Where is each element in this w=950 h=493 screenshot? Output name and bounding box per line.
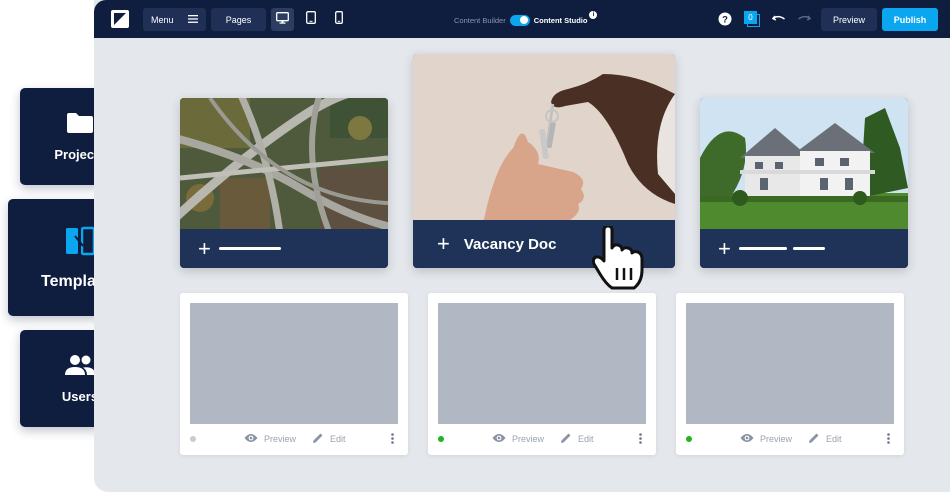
preview-link-label: Preview: [760, 434, 793, 444]
hand-pointer-icon: [590, 224, 650, 290]
tablet-icon: [305, 10, 316, 29]
pages-button[interactable]: Pages: [211, 8, 266, 31]
plus-icon[interactable]: +: [437, 233, 450, 255]
desktop-view-button[interactable]: [271, 8, 294, 31]
eye-icon: [244, 433, 258, 445]
desktop-icon: [276, 11, 289, 29]
templates-icon: [64, 224, 96, 263]
more-options-icon[interactable]: [887, 432, 890, 446]
undo-icon[interactable]: [771, 11, 786, 25]
edit-link[interactable]: Edit: [312, 432, 346, 446]
page-card-footer: Preview Edit: [180, 423, 408, 455]
key-handover-image: [413, 54, 675, 224]
menu-label: Menu: [151, 14, 174, 25]
page-card[interactable]: Preview Edit: [428, 293, 656, 455]
house-card-footer: +: [700, 229, 908, 268]
city-highway-image: [180, 98, 388, 236]
preview-label: Preview: [832, 14, 865, 25]
info-icon[interactable]: i: [589, 11, 598, 19]
page-thumbnail[interactable]: [438, 303, 646, 424]
eye-icon: [740, 433, 754, 445]
template-card-city[interactable]: +: [180, 98, 388, 268]
mobile-view-button[interactable]: [327, 8, 350, 31]
edit-link[interactable]: Edit: [560, 432, 594, 446]
preview-link[interactable]: Preview: [740, 433, 792, 445]
title-placeholder-line: [738, 247, 787, 250]
preview-link[interactable]: Preview: [492, 433, 544, 445]
status-dot: [190, 436, 196, 442]
publish-button[interactable]: Publish: [882, 8, 938, 31]
help-icon[interactable]: ?: [718, 12, 732, 26]
house-image: [700, 98, 908, 229]
page-card[interactable]: Preview Edit: [676, 293, 904, 455]
template-card-house[interactable]: +: [700, 98, 908, 268]
status-dot: [686, 436, 692, 442]
users-icon: [64, 354, 96, 379]
menu-button[interactable]: Menu: [143, 8, 206, 31]
notification-count: 0: [744, 11, 757, 24]
city-card-footer: +: [180, 229, 388, 268]
content-studio-label: Content Studio: [533, 15, 588, 25]
plus-icon[interactable]: +: [198, 237, 211, 260]
mode-toggle[interactable]: [509, 14, 530, 26]
mobile-icon: [334, 10, 343, 29]
svg-text:?: ?: [722, 15, 728, 26]
pages-label: Pages: [225, 14, 252, 25]
more-options-icon[interactable]: [639, 432, 642, 446]
page-thumbnail[interactable]: [190, 303, 398, 424]
pencil-icon: [312, 432, 324, 446]
notifications-icon[interactable]: 0: [744, 11, 760, 27]
pencil-icon: [808, 432, 820, 446]
title-placeholder-line: [218, 247, 281, 250]
redo-icon[interactable]: [797, 11, 812, 25]
preview-link-label: Preview: [264, 434, 297, 444]
page-card-footer: Preview Edit: [676, 423, 904, 455]
page-card[interactable]: Preview Edit: [180, 293, 408, 455]
edit-link-label: Edit: [826, 434, 842, 444]
hamburger-icon: [188, 14, 198, 25]
preview-link[interactable]: Preview: [244, 433, 296, 445]
publish-label: Publish: [893, 14, 927, 25]
eye-icon: [492, 433, 506, 445]
tablet-view-button[interactable]: [299, 8, 322, 31]
edit-link-label: Edit: [578, 434, 594, 444]
edit-link[interactable]: Edit: [808, 432, 842, 446]
pencil-icon: [560, 432, 572, 446]
page-thumbnail[interactable]: [686, 303, 894, 424]
content-builder-label: Content Builder: [454, 15, 506, 25]
vacancy-card-title: Vacancy Doc: [463, 235, 557, 253]
nav-users-label: Users: [61, 388, 99, 404]
plus-icon[interactable]: +: [718, 237, 731, 260]
builder-studio-switch: Content Builder Content Studio i: [454, 11, 598, 27]
preview-button[interactable]: Preview: [821, 8, 877, 31]
title-placeholder-line: [792, 247, 825, 250]
status-dot: [438, 436, 444, 442]
top-toolbar: Menu Pages Content Builder Content Studi…: [94, 0, 950, 38]
app-logo[interactable]: [111, 10, 129, 28]
edit-link-label: Edit: [330, 434, 346, 444]
page-card-footer: Preview Edit: [428, 423, 656, 455]
folder-icon: [66, 112, 94, 137]
more-options-icon[interactable]: [391, 432, 394, 446]
preview-link-label: Preview: [512, 434, 545, 444]
